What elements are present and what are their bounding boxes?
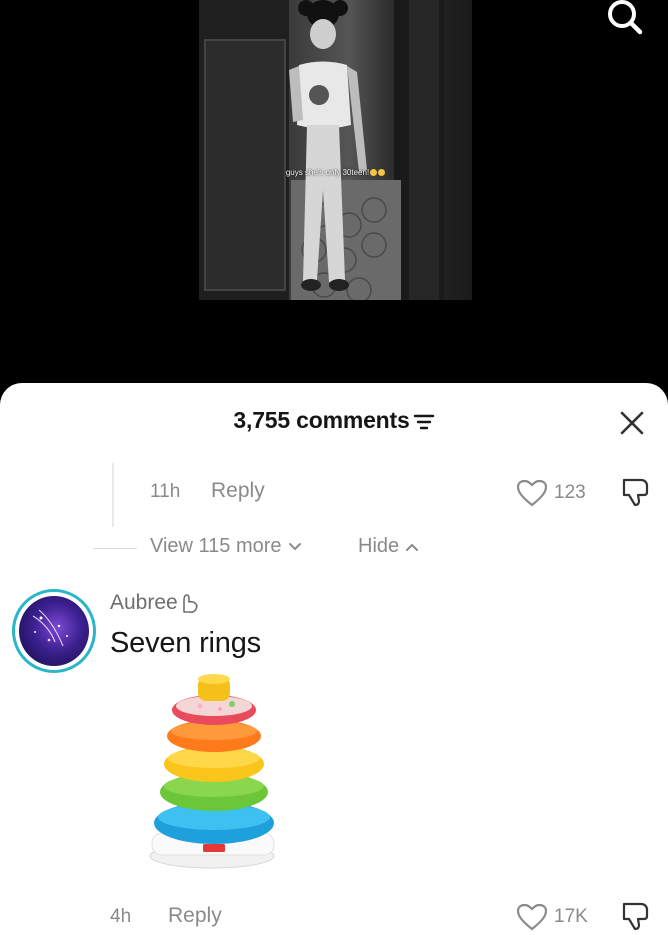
like-button[interactable]: 123 [516,479,586,507]
divider [93,548,137,549]
view-more-replies-button[interactable]: View 115 more [150,535,302,558]
dislike-icon [622,902,649,931]
hide-label: Hide [358,535,400,557]
filter-icon[interactable] [413,412,435,435]
avatar-image [19,596,89,666]
heart-icon [516,903,548,931]
reply-timestamp: 11h [150,481,181,502]
search-button[interactable] [602,0,646,40]
video-caption: guys she's only 30teen! [199,168,472,177]
comment-like-count: 17K [554,906,588,927]
video-scene [199,0,444,300]
comment-reply-button[interactable]: Reply [168,904,222,928]
search-icon [608,0,643,35]
comments-sheet: 3,755 comments 11h Reply 123 View 115 mo… [0,383,668,935]
heart-icon [516,479,548,507]
comments-count: 3,755 comments [233,407,410,433]
chevron-up-icon [406,543,419,551]
view-more-label: View 115 more [150,535,282,557]
comment-like-button[interactable]: 17K [516,903,588,931]
video-thumbnail[interactable]: guys she's only 30teen! [199,0,472,300]
laughing-emoji-icon [370,169,378,176]
comment-timestamp: 4h [110,906,132,927]
avatar[interactable] [12,589,96,673]
dislike-icon [622,478,649,507]
like-count: 123 [554,482,586,503]
close-button[interactable] [618,409,646,437]
video-area: guys she's only 30teen! [0,0,668,390]
comment-username[interactable]: Aubree [110,591,200,615]
laughing-emoji-icon [378,169,386,176]
comments-header: 3,755 comments [0,407,668,441]
comment-sticker-image [140,673,290,873]
reply-button[interactable]: Reply [211,479,265,503]
comment-text: Seven rings [110,627,261,659]
dislike-button[interactable] [620,477,650,507]
hide-replies-button[interactable]: Hide [358,535,419,558]
chevron-down-icon [288,542,301,550]
close-icon [620,411,644,435]
comment-dislike-button[interactable] [620,901,650,931]
thread-line [112,463,114,527]
hand-emoji-icon [182,594,198,613]
